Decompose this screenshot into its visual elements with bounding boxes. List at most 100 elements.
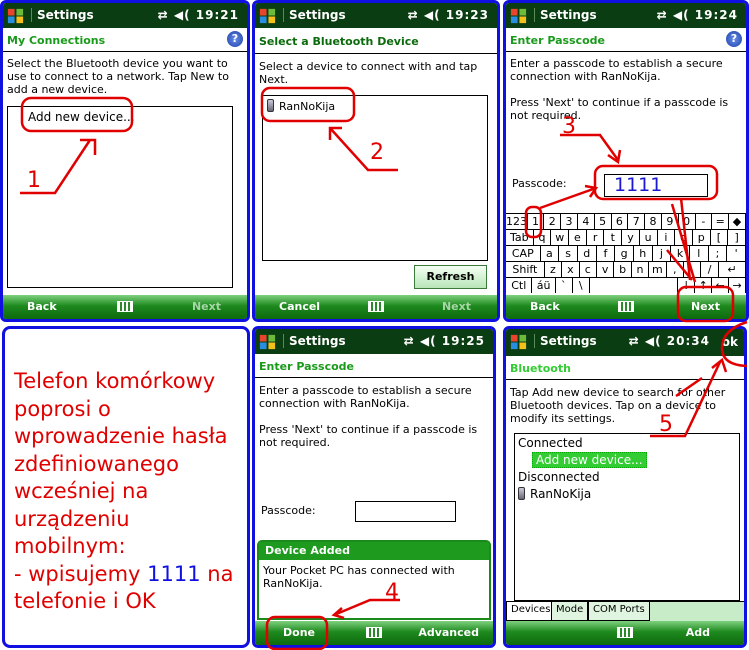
key[interactable]: =	[712, 214, 730, 229]
tab-mode[interactable]: Mode	[551, 602, 589, 621]
clock[interactable]: 19:24	[695, 8, 738, 22]
keyboard-icon[interactable]	[617, 627, 633, 638]
key[interactable]	[590, 278, 679, 293]
key[interactable]: ◆	[729, 214, 746, 229]
key[interactable]: j	[653, 246, 672, 261]
clock[interactable]: 19:25	[442, 334, 485, 348]
key[interactable]: ↵	[719, 262, 746, 277]
device-item[interactable]: RanNoKija	[267, 99, 335, 113]
key[interactable]: c	[580, 262, 597, 277]
clock[interactable]: 20:34	[667, 334, 710, 348]
key[interactable]: ↑	[695, 278, 713, 293]
help-icon[interactable]: ?	[726, 31, 742, 47]
key[interactable]: x	[562, 262, 580, 277]
refresh-button[interactable]: Refresh	[414, 265, 487, 289]
key[interactable]: 5	[595, 214, 612, 229]
key[interactable]: .	[684, 262, 702, 277]
sync-arrows-icon[interactable]: ⇄	[404, 334, 415, 348]
key[interactable]: a	[541, 246, 560, 261]
key[interactable]: n	[632, 262, 650, 277]
key[interactable]: b	[614, 262, 632, 277]
key[interactable]: ←	[712, 278, 730, 293]
keyboard-icon[interactable]	[618, 301, 634, 312]
key[interactable]: -	[696, 214, 713, 229]
keyboard-icon[interactable]	[366, 627, 382, 638]
key[interactable]: [	[711, 230, 729, 245]
tab-com-ports[interactable]: COM Ports	[588, 602, 650, 621]
key[interactable]: 4	[578, 214, 595, 229]
next-button[interactable]: Next	[442, 300, 471, 313]
sync-arrows-icon[interactable]: ⇄	[158, 8, 169, 22]
key[interactable]: w	[551, 230, 570, 245]
key[interactable]: u	[640, 230, 658, 245]
key[interactable]: z	[545, 262, 563, 277]
sync-arrows-icon[interactable]: ⇄	[657, 8, 668, 22]
device-item[interactable]: RanNoKija	[518, 487, 591, 501]
key[interactable]: s	[559, 246, 578, 261]
key[interactable]: l	[690, 246, 709, 261]
key[interactable]: →	[729, 278, 746, 293]
next-button[interactable]: Next	[192, 300, 221, 313]
key[interactable]: g	[615, 246, 634, 261]
add-new-device-item[interactable]: Add new device...	[532, 452, 647, 468]
passcode-input[interactable]	[355, 501, 456, 522]
key[interactable]: k	[671, 246, 690, 261]
speaker-icon[interactable]: ◀(	[645, 334, 662, 348]
key[interactable]: ↓	[678, 278, 696, 293]
key[interactable]: 9	[662, 214, 679, 229]
passcode-input[interactable]: 1111	[604, 174, 708, 197]
key[interactable]: i	[658, 230, 676, 245]
key[interactable]: \	[573, 278, 590, 293]
key[interactable]: /	[701, 262, 719, 277]
windows-start-icon[interactable]	[258, 332, 277, 351]
key[interactable]: q	[534, 230, 552, 245]
keyboard-icon[interactable]	[117, 301, 133, 312]
keyboard-icon[interactable]	[368, 301, 384, 312]
help-icon[interactable]: ?	[227, 31, 243, 47]
key[interactable]: v	[597, 262, 615, 277]
key[interactable]: t	[604, 230, 623, 245]
back-button[interactable]: Back	[530, 300, 560, 313]
key[interactable]: e	[569, 230, 587, 245]
key[interactable]: Shift	[506, 262, 545, 277]
key[interactable]: f	[597, 246, 616, 261]
key[interactable]: 6	[612, 214, 629, 229]
sync-arrows-icon[interactable]: ⇄	[408, 8, 419, 22]
key[interactable]: p	[693, 230, 711, 245]
key[interactable]: h	[634, 246, 653, 261]
speaker-icon[interactable]: ◀(	[424, 8, 441, 22]
key[interactable]: Ctl	[506, 278, 533, 293]
cancel-button[interactable]: Cancel	[279, 300, 320, 313]
add-button[interactable]: Add	[686, 626, 710, 639]
speaker-icon[interactable]: ◀(	[420, 334, 437, 348]
clock[interactable]: 19:23	[446, 8, 489, 22]
key[interactable]: áü	[532, 278, 556, 293]
key[interactable]: Tab	[506, 230, 534, 245]
key[interactable]: d	[578, 246, 597, 261]
advanced-button[interactable]: Advanced	[418, 626, 479, 639]
back-button[interactable]: Back	[27, 300, 57, 313]
done-button[interactable]: Done	[283, 626, 315, 639]
key[interactable]: r	[587, 230, 605, 245]
key[interactable]: ;	[709, 246, 728, 261]
key[interactable]: '	[727, 246, 746, 261]
key[interactable]: 7	[628, 214, 646, 229]
clock[interactable]: 19:21	[196, 8, 239, 22]
add-new-device-item[interactable]: Add new device...	[28, 110, 135, 124]
key[interactable]: y	[622, 230, 640, 245]
key[interactable]: ,	[667, 262, 684, 277]
key[interactable]: o	[675, 230, 693, 245]
key[interactable]: ]	[728, 230, 746, 245]
key[interactable]: 3	[561, 214, 578, 229]
ok-button[interactable]: ok	[722, 335, 738, 349]
speaker-icon[interactable]: ◀(	[174, 8, 191, 22]
windows-start-icon[interactable]	[258, 6, 277, 25]
key[interactable]: CAP	[506, 246, 541, 261]
speaker-icon[interactable]: ◀(	[673, 8, 690, 22]
key[interactable]: `	[556, 278, 573, 293]
sync-arrows-icon[interactable]: ⇄	[629, 334, 640, 348]
key[interactable]: 2	[544, 214, 562, 229]
key[interactable]: 0	[679, 214, 696, 229]
windows-start-icon[interactable]	[509, 332, 528, 351]
key[interactable]: m	[649, 262, 667, 277]
